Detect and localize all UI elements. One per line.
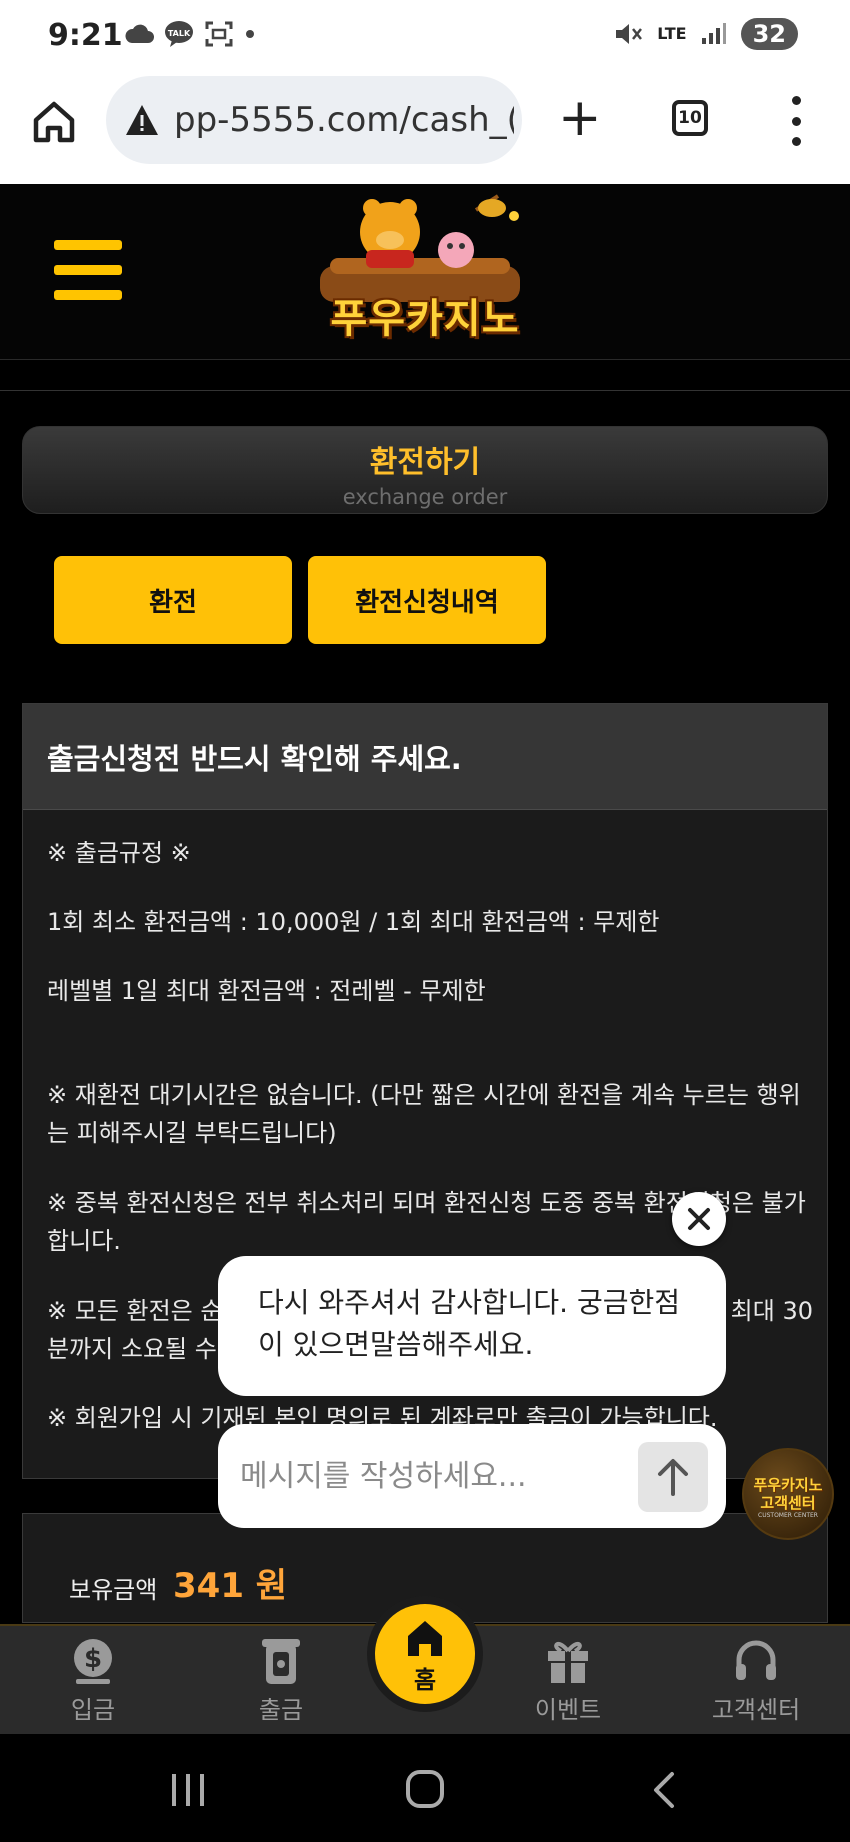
signal-icon (701, 23, 726, 44)
rule-line-rewait: ※ 재환전 대기시간은 없습니다. (다만 짧은 시간에 환전을 계속 누르는 … (47, 1081, 801, 1147)
browser-menu-icon[interactable] (786, 96, 806, 146)
browser-toolbar: pp-5555.com/cash_( + 10 (0, 76, 850, 184)
nav-home-label: 홈 (413, 1666, 437, 1694)
gift-icon (548, 1641, 588, 1683)
address-bar[interactable]: pp-5555.com/cash_( (106, 76, 522, 164)
mute-icon (616, 24, 643, 44)
nav-deposit[interactable]: $ 입금 (33, 1636, 153, 1725)
chat-message: 다시 와주셔서 감사합니다. 궁금한점이 있으면말씀해주세요. (218, 1256, 726, 1396)
nav-event[interactable]: 이벤트 (508, 1636, 628, 1725)
tab-exchange[interactable]: 환전 (54, 556, 292, 644)
home-icon (408, 1621, 442, 1656)
site-logo[interactable]: 푸우카지노 (300, 188, 550, 358)
rule-line-time-end: 분까지 소요될 수 (47, 1335, 217, 1363)
rule-line-limit: 1회 최소 환전금액 : 10,000원 / 1회 최대 환전금액 : 무제한 (47, 908, 660, 936)
page-subtitle: exchange order (342, 485, 508, 509)
nav-home[interactable]: 홈 (375, 1604, 475, 1704)
chat-input-box[interactable] (218, 1424, 726, 1528)
talk-icon: TALK (165, 21, 193, 47)
send-button[interactable] (638, 1442, 708, 1512)
balance-value: 341 원 (173, 1566, 288, 1606)
nav-support-label: 고객센터 (711, 1696, 801, 1724)
browser-home-icon[interactable] (30, 98, 78, 146)
status-bar: 9:21 TALK LTE 32 (0, 0, 850, 76)
site-header: 푸우카지노 (0, 184, 850, 360)
cs-badge-text: 푸우카지노 고객센터 (753, 1476, 823, 1512)
close-icon[interactable] (672, 1192, 726, 1246)
url-text[interactable]: pp-5555.com/cash_( (174, 100, 514, 140)
network-type: LTE (657, 24, 687, 43)
cs-badge-subtext: CUSTOMER CENTER (758, 1512, 818, 1519)
dot-icon (246, 30, 254, 38)
chat-message-input[interactable] (240, 1450, 620, 1502)
notification-icons: TALK (124, 20, 256, 48)
warning-icon[interactable] (124, 103, 160, 137)
hamburger-menu-icon[interactable] (54, 240, 122, 300)
notice-heading: 출금신청전 반드시 확인해 주세요. (23, 704, 827, 810)
balance-label: 보유금액 (69, 1576, 158, 1604)
nav-customer-center[interactable]: 고객센터 (696, 1636, 816, 1725)
logo-text: 푸우카지노 (330, 296, 520, 342)
recent-apps-icon[interactable] (168, 1772, 208, 1808)
rule-line-time-max: 최대 30 (730, 1297, 813, 1325)
atm-icon (262, 1639, 300, 1684)
rule-line-time-start: ※ 모든 환전은 순 (47, 1297, 223, 1325)
battery-level: 32 (740, 18, 798, 50)
customer-center-badge[interactable]: 푸우카지노 고객센터 CUSTOMER CENTER (742, 1448, 834, 1540)
svg-text:$: $ (84, 1644, 102, 1674)
nav-deposit-label: 입금 (70, 1696, 116, 1724)
page-title: 환전하기 (369, 445, 481, 480)
back-icon[interactable] (650, 1770, 680, 1810)
svg-text:TALK: TALK (168, 29, 191, 38)
arrow-up-icon[interactable] (638, 1442, 708, 1512)
chat-close-button[interactable] (672, 1192, 726, 1246)
screenshot-icon (205, 21, 233, 47)
rule-title: ※ 출금규정 ※ (47, 839, 191, 867)
tab-switcher-button[interactable]: 10 (672, 100, 708, 136)
status-time: 9:21 (48, 18, 123, 53)
system-icons: LTE 32 (613, 18, 798, 50)
nav-withdraw[interactable]: 출금 (221, 1636, 341, 1725)
system-navigation (0, 1734, 850, 1842)
cloud-icon (125, 24, 154, 43)
rule-line-level: 레벨별 1일 최대 환전금액 : 전레벨 - 무제한 (47, 977, 486, 1005)
system-home-icon[interactable] (404, 1768, 446, 1810)
headset-icon (736, 1640, 776, 1680)
new-tab-icon[interactable]: + (558, 90, 602, 146)
tab-exchange-history[interactable]: 환전신청내역 (308, 556, 546, 644)
nav-event-label: 이벤트 (534, 1696, 602, 1724)
nav-withdraw-label: 출금 (258, 1696, 304, 1724)
divider (0, 390, 850, 391)
page-title-box: 환전하기 exchange order (22, 426, 828, 514)
dollar-coin-icon: $ (74, 1639, 112, 1684)
